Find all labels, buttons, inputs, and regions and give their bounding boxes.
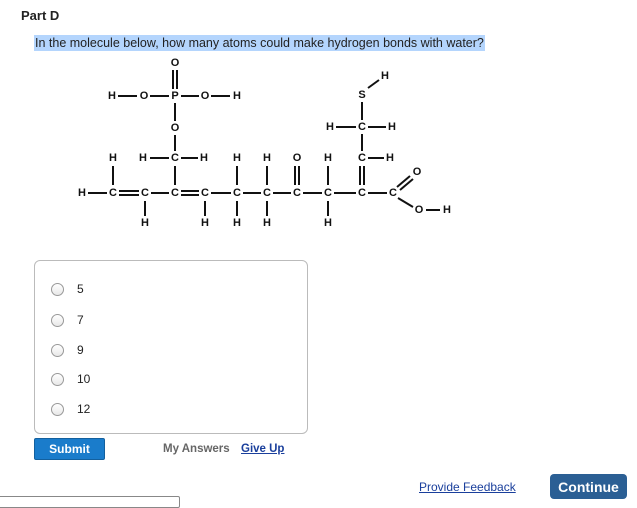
option-9[interactable]: 9: [51, 343, 84, 357]
svg-text:H: H: [78, 187, 86, 199]
svg-text:H: H: [201, 217, 209, 229]
provide-feedback-link[interactable]: Provide Feedback: [419, 480, 516, 494]
svg-text:O: O: [171, 122, 180, 134]
svg-text:C: C: [324, 187, 332, 199]
answer-options-box: 5 7 9 10 12: [34, 260, 308, 434]
svg-text:H: H: [233, 152, 241, 164]
svg-text:C: C: [263, 187, 271, 199]
cutoff-tooltip: [0, 496, 180, 508]
radio-button[interactable]: [51, 372, 64, 386]
svg-text:H: H: [233, 90, 241, 102]
svg-text:O: O: [201, 90, 210, 102]
radio-button[interactable]: [51, 282, 64, 296]
option-label: 9: [77, 343, 84, 357]
svg-text:C: C: [293, 187, 301, 199]
svg-text:C: C: [141, 187, 149, 199]
submit-button[interactable]: Submit: [34, 438, 105, 460]
option-7[interactable]: 7: [51, 313, 84, 327]
give-up-link[interactable]: Give Up: [241, 443, 284, 455]
option-label: 7: [77, 313, 84, 327]
svg-text:O: O: [171, 57, 180, 69]
svg-text:O: O: [415, 204, 424, 216]
option-12[interactable]: 12: [51, 402, 90, 416]
svg-text:O: O: [413, 166, 422, 178]
svg-text:C: C: [358, 187, 366, 199]
molecule-structure-image: HCC CCC CCC CC HHC HHH OHC H HHH HH OPO …: [78, 57, 451, 229]
svg-text:H: H: [233, 217, 241, 229]
my-answers-link[interactable]: My Answers: [163, 443, 230, 455]
svg-text:H: H: [108, 90, 116, 102]
option-10[interactable]: 10: [51, 372, 90, 386]
svg-text:H: H: [324, 152, 332, 164]
svg-text:C: C: [389, 187, 397, 199]
svg-text:H: H: [109, 152, 117, 164]
option-5[interactable]: 5: [51, 282, 84, 296]
svg-text:H: H: [324, 217, 332, 229]
svg-text:C: C: [233, 187, 241, 199]
svg-text:C: C: [358, 152, 366, 164]
svg-text:H: H: [263, 217, 271, 229]
svg-text:H: H: [326, 121, 334, 133]
svg-text:H: H: [141, 217, 149, 229]
radio-button[interactable]: [51, 313, 64, 327]
option-label: 5: [77, 282, 84, 296]
svg-text:C: C: [358, 121, 366, 133]
svg-text:P: P: [171, 90, 178, 102]
svg-text:S: S: [358, 89, 365, 101]
radio-button[interactable]: [51, 402, 64, 416]
option-label: 10: [77, 372, 91, 386]
svg-text:C: C: [171, 187, 179, 199]
svg-text:C: C: [109, 187, 117, 199]
svg-text:H: H: [200, 152, 208, 164]
continue-button[interactable]: Continue: [550, 474, 627, 499]
svg-text:H: H: [263, 152, 271, 164]
svg-text:C: C: [171, 152, 179, 164]
svg-text:C: C: [201, 187, 209, 199]
option-label: 12: [77, 402, 91, 416]
svg-text:H: H: [443, 204, 451, 216]
svg-text:O: O: [293, 152, 302, 164]
svg-text:H: H: [386, 152, 394, 164]
radio-button[interactable]: [51, 343, 64, 357]
svg-text:O: O: [140, 90, 149, 102]
svg-text:H: H: [388, 121, 396, 133]
svg-text:H: H: [381, 70, 389, 82]
svg-text:H: H: [139, 152, 147, 164]
